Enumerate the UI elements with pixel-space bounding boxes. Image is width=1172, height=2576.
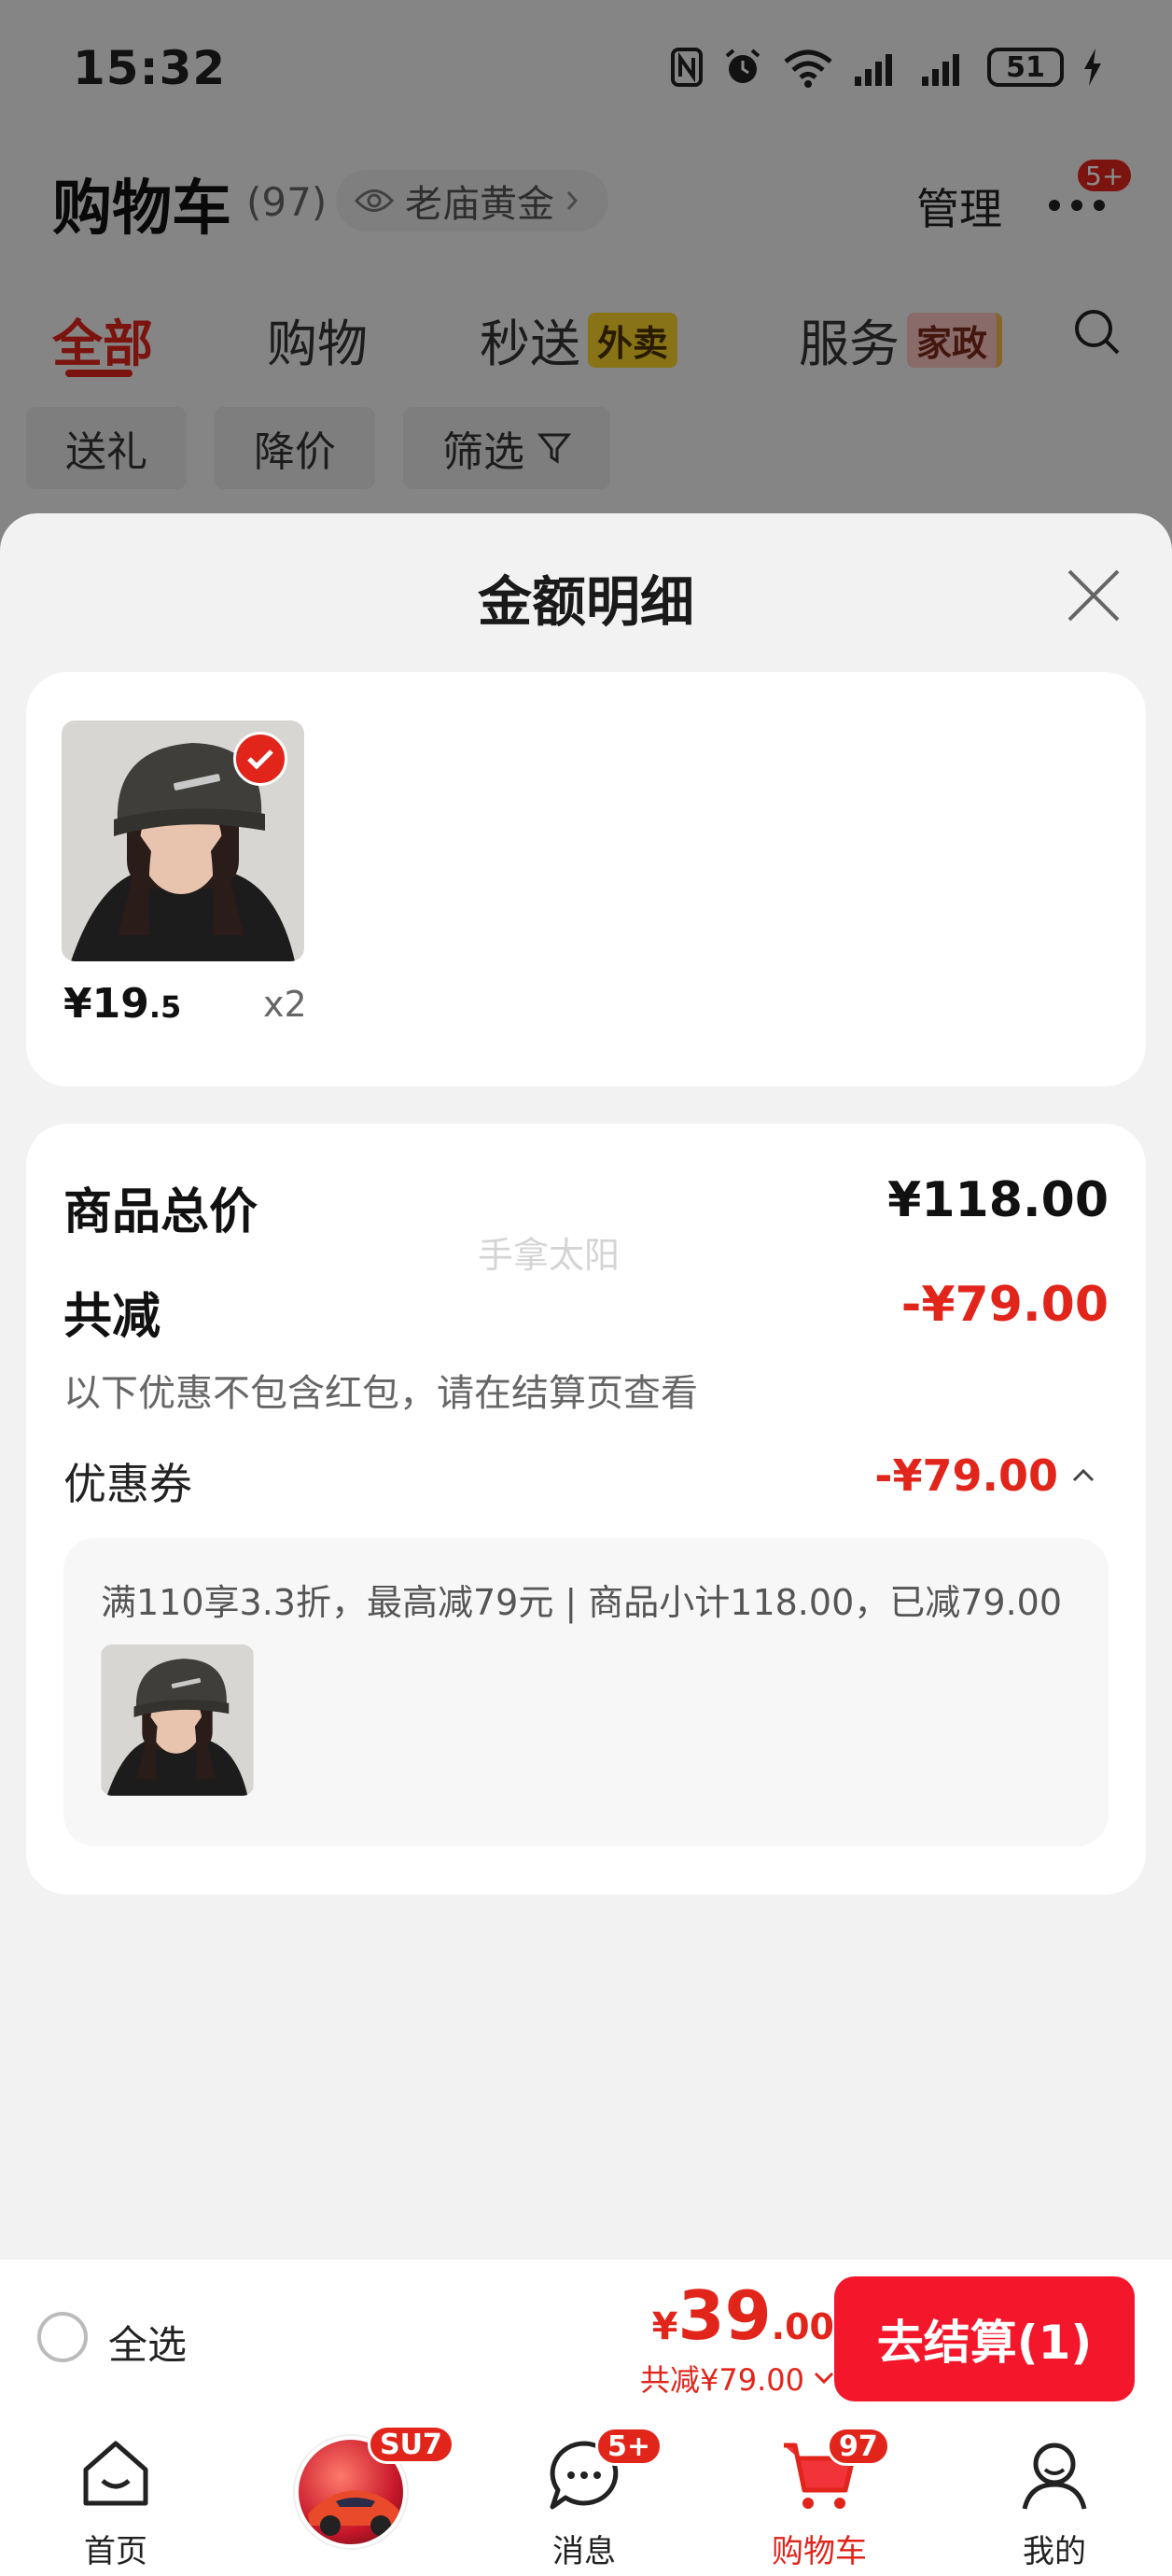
- total-value: ¥118.00: [887, 1172, 1109, 1228]
- select-all-radio[interactable]: [37, 2312, 88, 2362]
- total-dec: .00: [771, 2306, 834, 2347]
- saved-toggle[interactable]: 共减¥79.00: [640, 2357, 834, 2400]
- nav-promo[interactable]: SU7: [258, 2415, 454, 2576]
- promo-badge: SU7: [368, 2425, 454, 2464]
- coupon-product-image: [101, 1645, 254, 1796]
- nav-mine-label: 我的: [1023, 2533, 1086, 2570]
- product-card: ¥19.5 x2: [26, 672, 1146, 1086]
- nav-cart-label: 购物车: [772, 2533, 867, 2570]
- messages-badge: 5+: [595, 2427, 663, 2466]
- chevron-down-icon: [814, 2372, 834, 2385]
- selected-check-icon[interactable]: [233, 732, 287, 786]
- nav-messages[interactable]: 消息 5+: [491, 2415, 677, 2576]
- product-price-int: ¥19: [63, 980, 149, 1028]
- total-int: 39: [677, 2276, 772, 2355]
- nav-mine[interactable]: 我的: [961, 2415, 1148, 2576]
- cart-badge: 97: [827, 2427, 890, 2466]
- nav-home-label: 首页: [84, 2533, 147, 2570]
- nav-home[interactable]: 首页: [22, 2415, 209, 2576]
- chevron-up-icon: [1072, 1468, 1095, 1482]
- sheet-title: 金额明细: [477, 570, 694, 634]
- product-price-dec: .5: [148, 989, 182, 1025]
- saved-amount: 共减¥79.00: [640, 2362, 804, 2398]
- price-summary-card: 手拿太阳 商品总价 ¥118.00 共减 -¥79.00 以下优惠不包含红包，请…: [26, 1124, 1146, 1895]
- nav-cart[interactable]: 购物车 97: [726, 2415, 913, 2576]
- select-all-label[interactable]: 全选: [108, 2314, 187, 2371]
- watermark: 手拿太阳: [478, 1235, 621, 1276]
- discount-note: 以下优惠不包含红包，请在结算页查看: [63, 1372, 698, 1415]
- checkout-bar: 全选 ¥ 39 .00 共减¥79.00 去结算(1): [0, 2259, 1172, 2415]
- close-icon[interactable]: [1064, 566, 1123, 625]
- coupon-label: 优惠券: [63, 1459, 192, 1509]
- user-icon: [1022, 2443, 1087, 2510]
- product-price: ¥19.5: [63, 980, 181, 1028]
- total-label: 商品总价: [63, 1184, 258, 1240]
- product-qty: x2: [263, 984, 307, 1025]
- coupon-value: -¥79.00: [874, 1450, 1058, 1501]
- nav-messages-label: 消息: [552, 2533, 616, 2570]
- total-yen: ¥: [651, 2305, 678, 2348]
- discount-value: -¥79.00: [900, 1277, 1109, 1333]
- home-icon: [83, 2441, 148, 2506]
- coupon-detail-box: 满110享3.3折，最高减79元 | 商品小计118.00，已减79.00: [63, 1538, 1109, 1846]
- checkout-button[interactable]: 去结算(1): [834, 2276, 1135, 2401]
- coupon-toggle[interactable]: -¥79.00: [874, 1450, 1095, 1501]
- total-price: ¥ 39 .00: [652, 2276, 834, 2355]
- bottom-nav: 首页 SU7 消息 5+ 购物车 97 我的: [0, 2415, 1172, 2576]
- discount-label: 共减: [63, 1289, 161, 1345]
- coupon-detail-text: 满110享3.3折，最高减79元 | 商品小计118.00，已减79.00: [101, 1582, 1063, 1623]
